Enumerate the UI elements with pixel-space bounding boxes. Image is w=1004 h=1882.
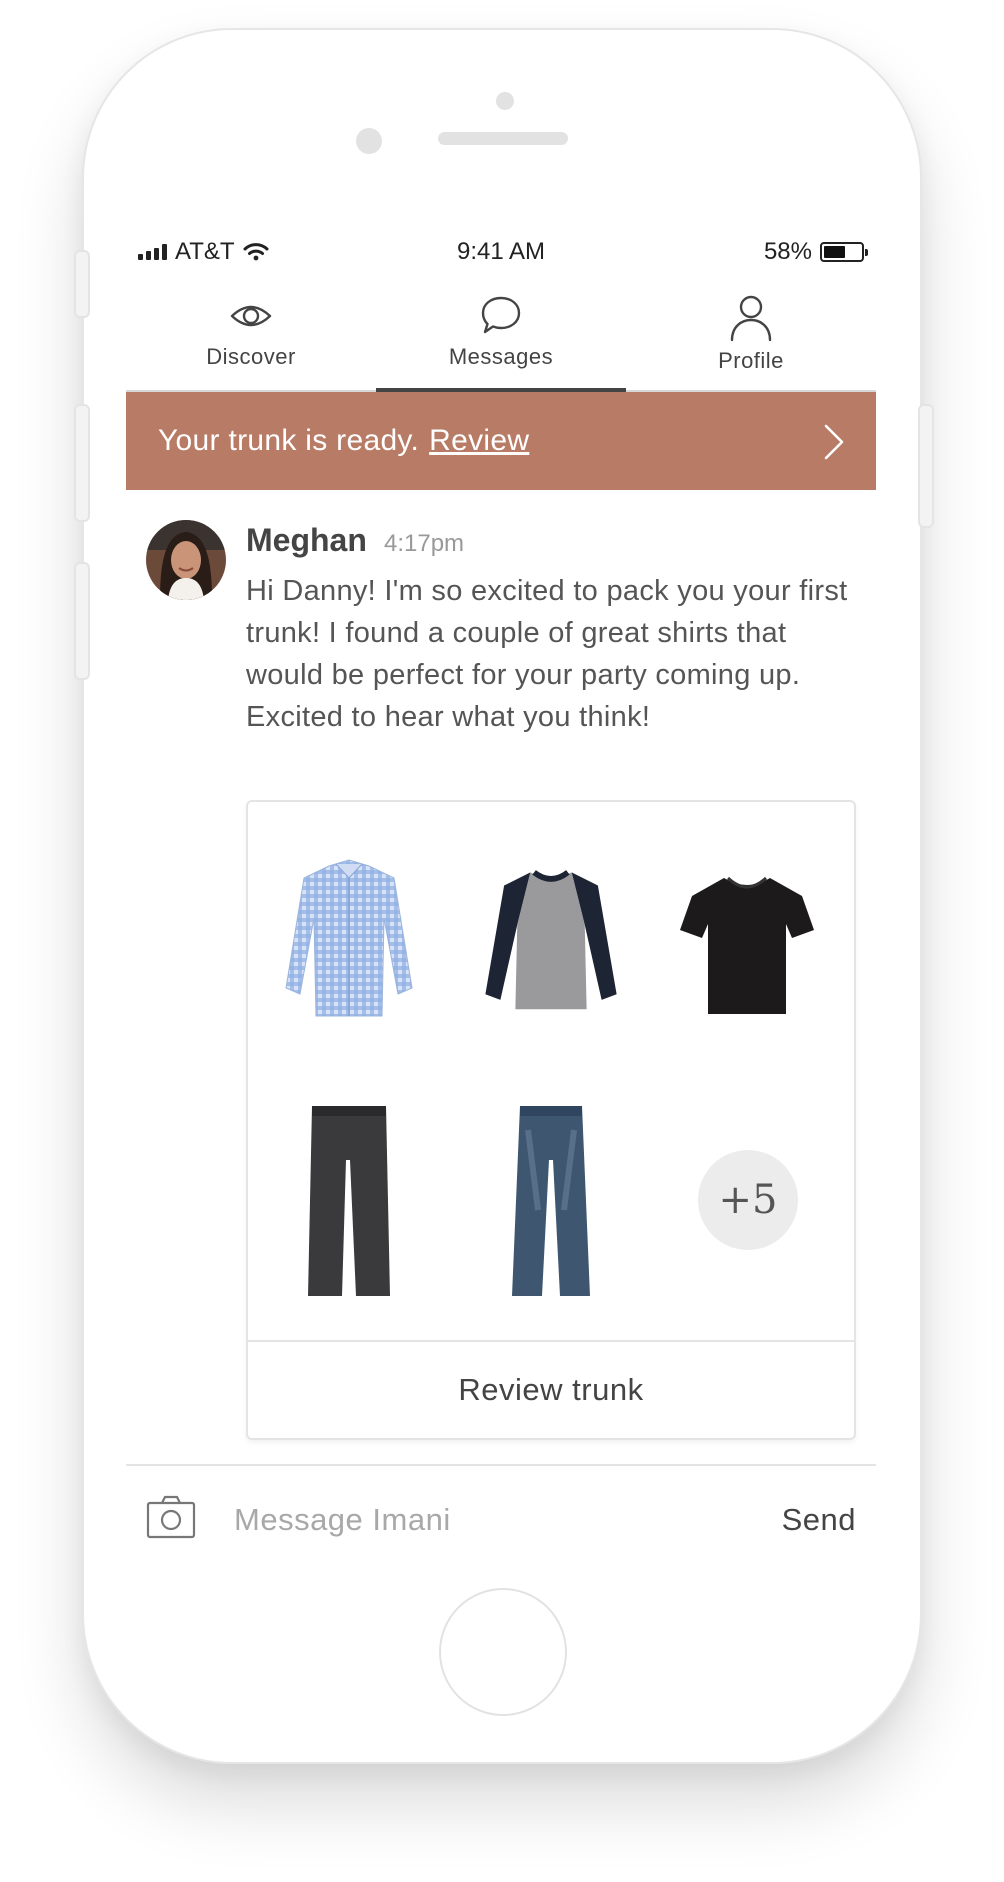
tab-profile-label: Profile: [718, 348, 784, 373]
more-items-badge[interactable]: +5: [698, 1150, 798, 1250]
trunk-ready-banner[interactable]: Your trunk is ready. Review: [126, 392, 876, 490]
trunk-item-gingham-shirt[interactable]: [274, 838, 424, 1038]
power-button: [918, 404, 934, 528]
proximity-sensor: [356, 128, 382, 154]
tab-profile[interactable]: Profile: [626, 286, 876, 390]
eye-icon: [230, 305, 272, 327]
screen: AT&T 9:41 AM 58% Discover Messages Profi…: [126, 226, 876, 1556]
trunk-item-black-tshirt[interactable]: [672, 838, 822, 1038]
message-input[interactable]: [234, 1498, 734, 1542]
front-camera: [496, 92, 514, 110]
raglan-sweater-icon: [485, 870, 617, 1010]
trunk-item-gray-pants[interactable]: [274, 1100, 424, 1300]
avatar[interactable]: [146, 520, 226, 600]
tab-messages[interactable]: Messages: [376, 286, 626, 392]
camera-icon[interactable]: [146, 1494, 196, 1540]
sender-name: Meghan: [246, 522, 367, 558]
battery-icon: [820, 242, 868, 262]
blue-gingham-shirt-icon: [285, 859, 413, 1017]
message-body: Hi Danny! I'm so excited to pack you you…: [246, 575, 848, 733]
tab-bar: Discover Messages Profile: [126, 286, 876, 392]
earpiece-speaker: [438, 132, 568, 145]
banner-text: Your trunk is ready.: [158, 424, 420, 457]
person-icon: [730, 295, 772, 342]
banner-review-link[interactable]: Review: [429, 424, 529, 458]
volume-up-button: [74, 404, 90, 522]
send-button[interactable]: Send: [782, 1502, 856, 1538]
status-bar: AT&T 9:41 AM 58%: [126, 226, 876, 278]
battery-percent: 58%: [763, 238, 812, 265]
trunk-item-blue-jeans[interactable]: [476, 1100, 626, 1300]
chevron-right-icon: [824, 424, 844, 460]
battery-group: 58%: [763, 238, 868, 266]
black-tshirt-icon: [680, 876, 814, 1014]
volume-down-button: [74, 562, 90, 680]
chat-bubble-icon: [481, 296, 521, 334]
trunk-item-raglan-sweater[interactable]: [476, 838, 626, 1038]
message-timestamp: 4:17pm: [384, 530, 465, 557]
mute-switch: [74, 250, 90, 318]
stylist-portrait-icon: [146, 520, 226, 600]
tab-discover-label: Discover: [206, 344, 296, 369]
composer-divider: [126, 1464, 876, 1466]
gray-pants-icon: [308, 1106, 390, 1296]
review-trunk-button[interactable]: Review trunk: [248, 1342, 854, 1438]
trunk-card: +5 Review trunk: [246, 800, 856, 1440]
home-button[interactable]: [439, 1588, 567, 1716]
tab-discover[interactable]: Discover: [126, 286, 376, 390]
blue-jeans-icon: [512, 1106, 590, 1296]
tab-messages-label: Messages: [448, 344, 554, 369]
